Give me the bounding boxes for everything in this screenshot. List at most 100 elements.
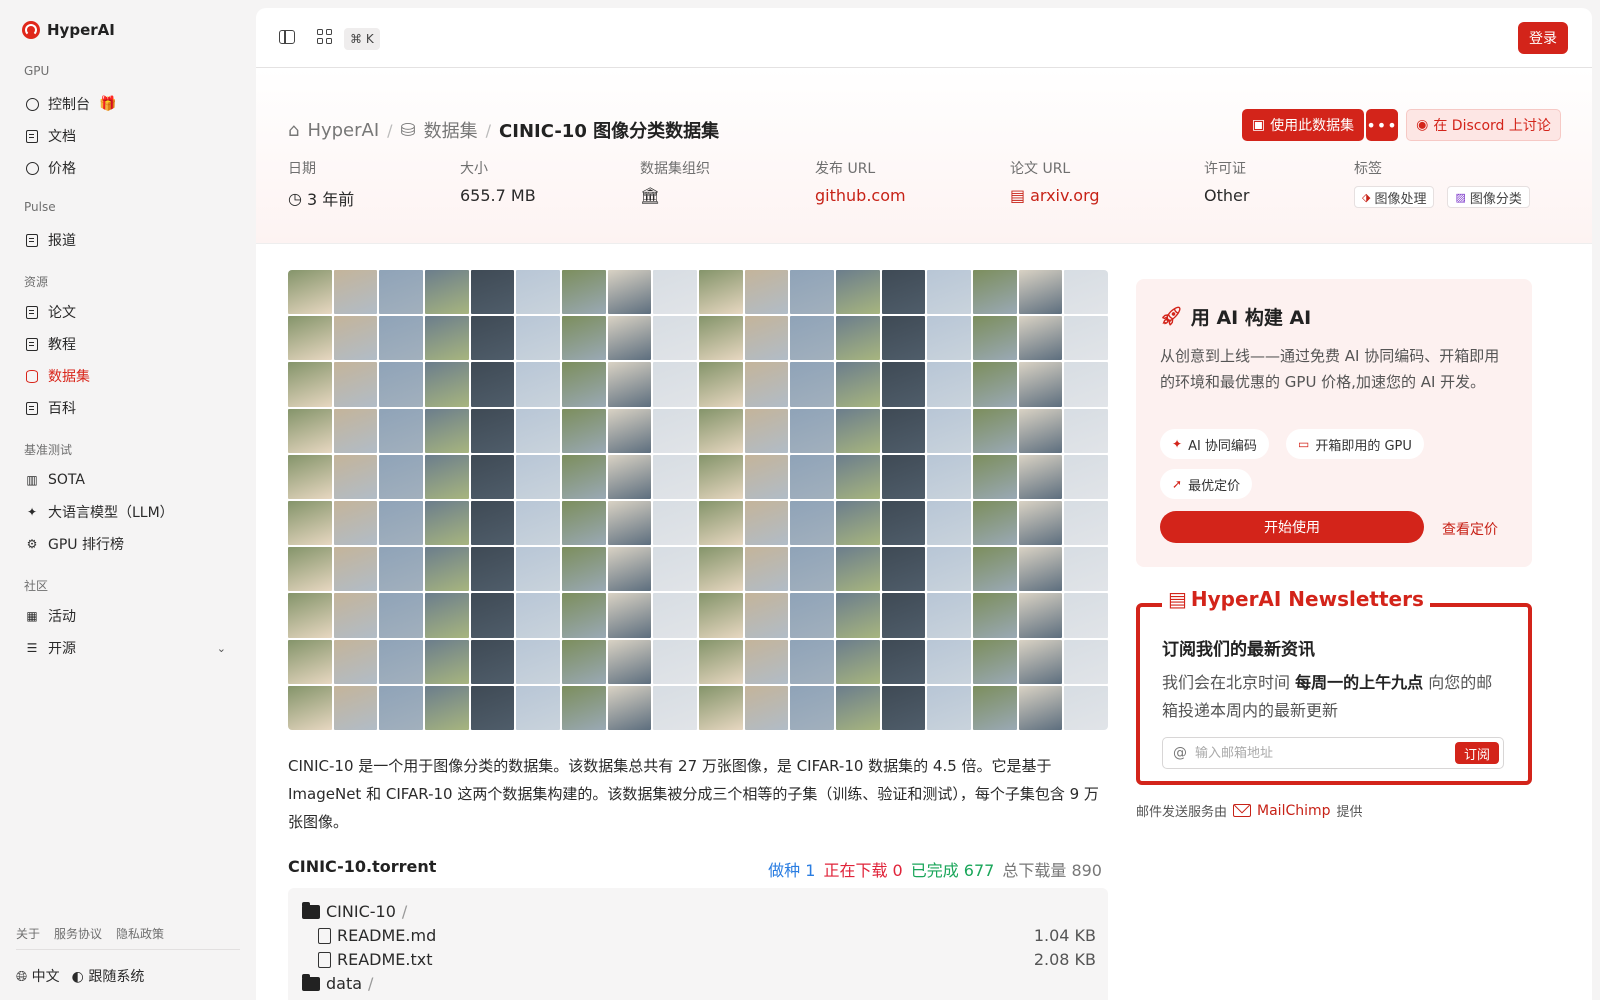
footer-link-privacy[interactable]: 隐私政策 [116,925,164,942]
sidebar-item-wiki[interactable]: 百科 [16,393,240,423]
torrent-title[interactable]: CINIC-10.torrent [288,857,436,876]
sample-tile [881,501,926,546]
view-pricing-link[interactable]: 查看定价 [1442,519,1498,539]
paper-url-link[interactable]: ▤ arxiv.org [1010,186,1100,205]
downloading-count: 正在下载 0 [823,861,903,880]
sample-tile [744,362,789,407]
sample-tile [699,316,743,361]
building-icon[interactable]: 🏛︎ [640,186,660,205]
sample-tile [1064,501,1108,546]
sparkle-icon: ✦ [1172,437,1183,451]
sample-tile [836,408,880,453]
clock-icon: ◷ [288,188,302,208]
sample-tile [744,547,789,592]
sample-tile [425,547,469,592]
sidebar-item-events[interactable]: ▦ 活动 [16,601,240,631]
sample-tile [744,316,789,361]
sample-tile [653,362,697,407]
sample-tile [607,454,652,499]
brand[interactable]: HyperAI [22,21,115,39]
sidebar-item-llm[interactable]: ✦ 大语言模型（LLM） [16,497,240,527]
use-dataset-label: 使用此数据集 [1270,118,1355,134]
footer-link-terms[interactable]: 服务协议 [54,925,102,942]
sample-tile [607,270,652,315]
gift-icon: 🎁 [99,96,117,112]
discord-button[interactable]: ◉ 在 Discord 上讨论 [1406,109,1561,141]
sidebar-item-gpu-ranking[interactable]: ⚙ GPU 排行榜 [16,529,240,559]
ai-card-heading: 用 AI 构建 AI [1190,307,1312,329]
sample-tile [653,501,697,546]
sidebar-item-sota[interactable]: ▥ SOTA [16,465,240,495]
sample-tile [379,685,423,730]
command-shortcut[interactable]: ⌘ K [344,28,380,50]
date-value: 3 年前 [306,190,355,209]
divider [16,949,240,950]
folder-row[interactable]: data / [302,973,373,993]
sample-tile [653,270,697,315]
sample-tile [790,501,834,546]
folder-name: CINIC-10 [326,902,396,921]
file-row[interactable]: README.md [318,926,436,945]
breadcrumb-home[interactable]: HyperAI [307,120,379,141]
mailchimp-link[interactable]: MailChimp [1233,803,1331,819]
sidebar-item-news[interactable]: 报道 [16,225,240,255]
file-name: README.md [337,926,437,945]
sidebar-item-pricing[interactable]: 价格 [16,153,240,183]
sidebar-item-label: 活动 [48,609,76,625]
total-downloads: 总下载量 890 [1002,861,1102,880]
use-dataset-button[interactable]: ▣ 使用此数据集 [1242,109,1364,141]
sample-tile [379,593,423,638]
folder-icon [302,901,320,919]
sample-tile [973,639,1017,684]
sample-tile [333,639,378,684]
path-slash: / [401,902,408,921]
sample-tile [470,685,515,730]
sample-tile [653,685,697,730]
file-row[interactable]: README.txt [318,950,433,969]
subscribe-button[interactable]: 订阅 [1455,742,1499,764]
breadcrumb-datasets[interactable]: 数据集 [424,117,478,143]
sample-tile [790,454,834,499]
breadcrumb-separator: / [387,120,393,140]
newspaper-icon: ▤ [1168,587,1187,611]
sample-tile [470,454,515,499]
sidebar-item-tutorials[interactable]: 教程 [16,329,240,359]
sidebar-item-opensource[interactable]: ☰ 开源 ⌄ [16,633,240,663]
tag-image-classification[interactable]: ▨ 图像分类 [1447,186,1530,208]
sample-tile [653,547,697,592]
sample-tile [973,408,1017,453]
database-icon: ⛁ [400,119,416,141]
language-switch[interactable]: 🌐︎ 中文 [16,966,60,986]
newsletter-box: ▤ HyperAI Newsletters 订阅我们的最新资讯 我们会在北京时间… [1136,587,1532,785]
sidebar-item-console[interactable]: 控制台 🎁 [16,89,240,119]
folder-row[interactable]: CINIC-10 / [302,901,408,921]
sample-tile [470,316,515,361]
sidebar-item-papers[interactable]: 论文 [16,297,240,327]
email-field[interactable] [1195,745,1455,761]
release-url-link[interactable]: github.com [815,186,906,205]
nav-group-gpu: GPU [24,64,50,78]
theme-switch[interactable]: ◐ 跟随系统 [72,966,145,986]
sample-tile [333,408,378,453]
login-button[interactable]: 登录 [1518,22,1568,54]
sample-tile [333,685,378,730]
file-icon [318,951,331,968]
sample-tile [927,547,971,592]
sample-tile [927,501,971,546]
tag-image-processing[interactable]: ⬗ 图像处理 [1354,186,1435,208]
sample-tile [607,685,652,730]
more-options-button[interactable]: ••• [1366,109,1398,141]
sample-tile [927,408,971,453]
sample-tile [744,270,789,315]
sample-tile [288,362,332,407]
chip-gpu: ▭ 开箱即用的 GPU [1286,429,1424,459]
sample-tile [425,593,469,638]
start-button[interactable]: 开始使用 [1160,511,1424,543]
sidebar-item-datasets[interactable]: 数据集 [16,361,240,391]
topbar: ⌘ K 登录 [256,8,1592,68]
sidebar-item-docs[interactable]: 文档 [16,121,240,151]
sample-tile [790,547,834,592]
footer-link-about[interactable]: 关于 [16,925,40,942]
sidebar-toggle-icon[interactable] [278,28,296,46]
apps-grid-icon[interactable] [316,28,334,46]
